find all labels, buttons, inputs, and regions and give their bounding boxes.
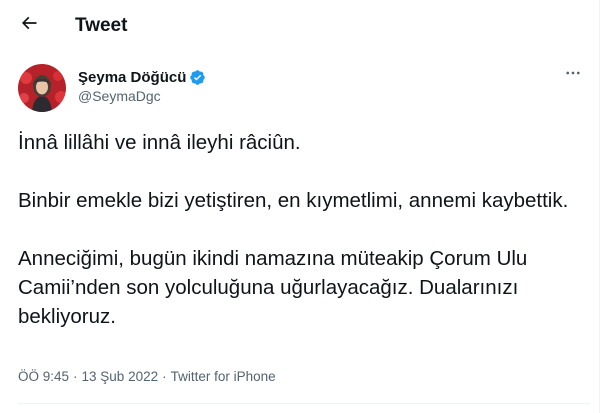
tweet-paragraph: İnnâ lillâhi ve innâ ileyhi râciûn. xyxy=(18,131,301,154)
page-header: Tweet xyxy=(0,0,600,53)
tweet-author: Şeyma Döğücü @SeymaDgc xyxy=(18,64,588,112)
meta-separator: · xyxy=(73,369,78,384)
tweet-source[interactable]: Twitter for iPhone xyxy=(171,369,276,384)
tweet-metadata: ÖÖ 9:45 · 13 Şub 2022 · Twitter for iPho… xyxy=(18,369,276,384)
tweet-paragraph: Binbir emekle bizi yetiştiren, en kıymet… xyxy=(18,189,569,212)
author-handle[interactable]: @SeymaDgc xyxy=(78,88,206,104)
author-names: Şeyma Döğücü @SeymaDgc xyxy=(78,68,206,104)
more-horizontal-icon xyxy=(564,64,582,87)
tweet-paragraph: Anneciğimi, bugün ikindi namazına müteak… xyxy=(18,247,528,328)
more-options-button[interactable] xyxy=(562,66,584,84)
tweet-page: Tweet Şeyma Döğücü @SeymaDgc İnnâ lillâh… xyxy=(0,0,600,413)
tweet-time[interactable]: ÖÖ 9:45 xyxy=(18,369,69,384)
tweet-date[interactable]: 13 Şub 2022 xyxy=(82,369,159,384)
avatar[interactable] xyxy=(18,64,66,112)
divider xyxy=(18,403,590,404)
verified-badge-icon xyxy=(189,69,206,86)
tweet-text: İnnâ lillâhi ve innâ ileyhi râciûn. Binb… xyxy=(18,128,578,331)
arrow-left-icon xyxy=(19,13,39,38)
author-display-name[interactable]: Şeyma Döğücü xyxy=(78,69,186,86)
page-title: Tweet xyxy=(75,15,128,36)
meta-separator: · xyxy=(162,369,167,384)
back-button[interactable] xyxy=(14,10,44,40)
